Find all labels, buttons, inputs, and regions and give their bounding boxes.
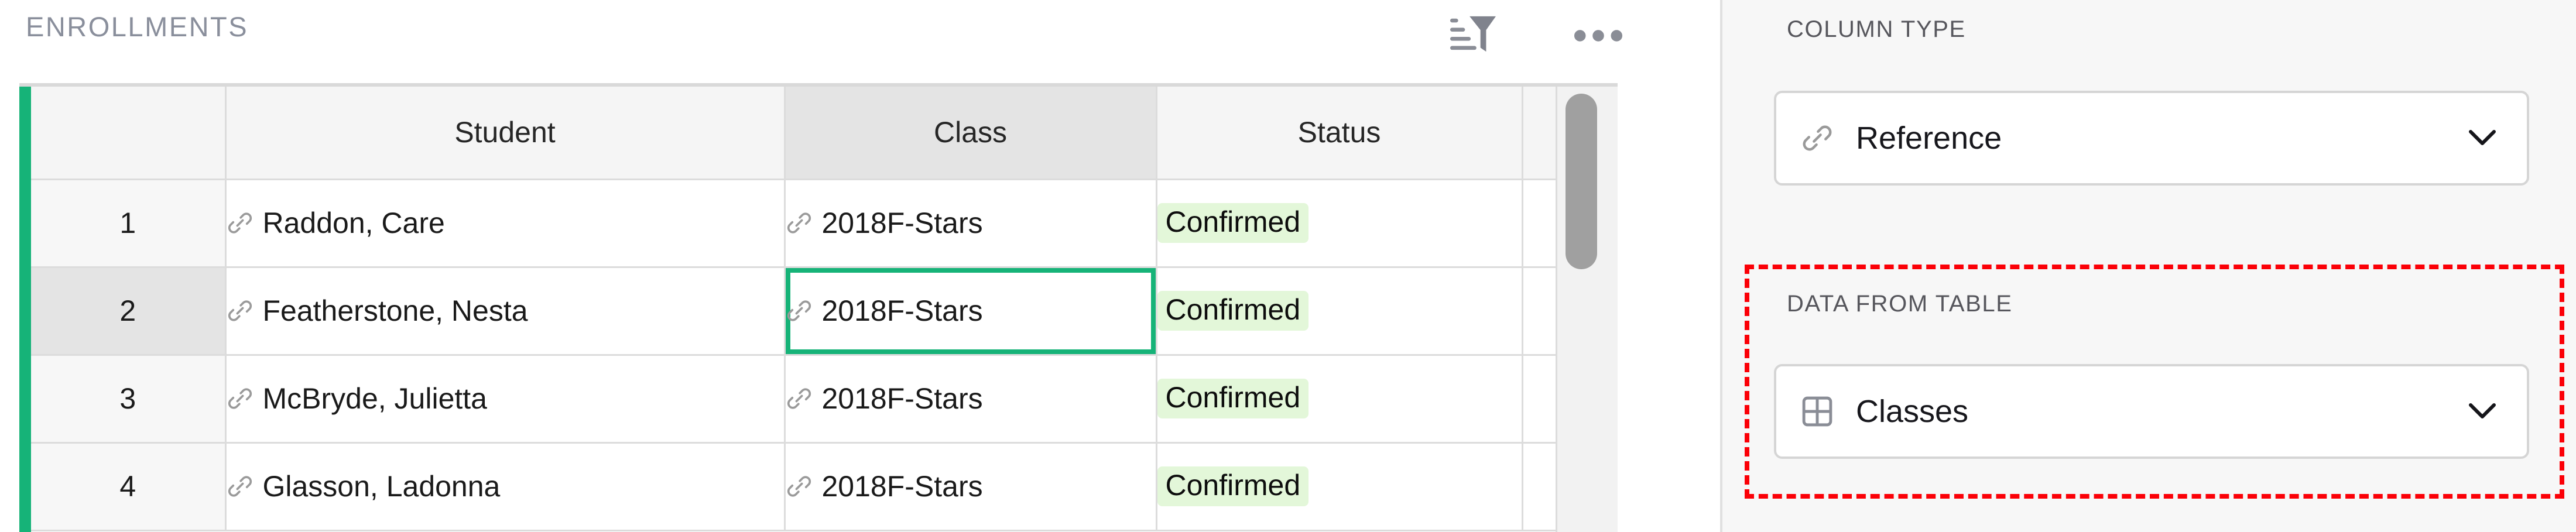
cell-class[interactable]: 2018F-Stars	[785, 179, 1157, 268]
link-icon	[1803, 125, 1832, 151]
class-name: 2018F-Stars	[821, 294, 983, 327]
row-number[interactable]: 2	[31, 267, 227, 356]
column-header-rownum[interactable]	[31, 87, 227, 180]
page-title: ENROLLMENTS	[26, 11, 249, 42]
link-icon	[787, 476, 811, 497]
link-icon	[787, 300, 811, 321]
table-row[interactable]: 2 Featherstone, Nesta 2018F-Stars Confir…	[31, 267, 1617, 356]
chevron-down-icon	[2469, 403, 2496, 418]
sort-filter-icon[interactable]	[1448, 13, 1498, 59]
student-name: Raddon, Care	[262, 207, 445, 239]
class-name: 2018F-Stars	[821, 207, 983, 239]
table-body: 1 Raddon, Care 2018F-Stars Confirmed 2 F…	[31, 179, 1617, 531]
table-row[interactable]: 1 Raddon, Care 2018F-Stars Confirmed	[31, 179, 1617, 268]
link-icon	[787, 388, 811, 409]
link-icon	[228, 388, 252, 409]
enrollments-grid-pane: ENROLLMENTS Student Class Status 1 Raddo…	[0, 0, 1720, 532]
cell-status[interactable]: Confirmed	[1156, 179, 1523, 268]
cell-class-selected[interactable]: 2018F-Stars	[785, 267, 1157, 356]
cell-student[interactable]: Raddon, Care	[225, 179, 786, 268]
chevron-down-icon	[2469, 130, 2496, 145]
student-name: Glasson, Ladonna	[262, 470, 501, 503]
link-icon	[228, 476, 252, 497]
column-header-class[interactable]: Class	[785, 87, 1157, 180]
status-badge: Confirmed	[1157, 378, 1309, 419]
data-from-table-label: DATA FROM TABLE	[1787, 291, 2013, 317]
table-header-row: Student Class Status	[31, 87, 1617, 180]
link-icon	[228, 212, 252, 234]
column-type-value: Reference	[1856, 121, 2002, 156]
cell-status[interactable]: Confirmed	[1156, 442, 1523, 531]
status-badge: Confirmed	[1157, 202, 1309, 243]
row-number[interactable]: 3	[31, 355, 227, 444]
row-number[interactable]: 4	[31, 442, 227, 531]
cell-class[interactable]: 2018F-Stars	[785, 442, 1157, 531]
cell-student[interactable]: Featherstone, Nesta	[225, 267, 786, 356]
cell-status[interactable]: Confirmed	[1156, 267, 1523, 356]
status-badge: Confirmed	[1157, 290, 1309, 331]
row-number[interactable]: 1	[31, 179, 227, 268]
data-from-table-value: Classes	[1856, 394, 1969, 429]
class-name: 2018F-Stars	[821, 470, 983, 503]
data-from-table-dropdown[interactable]: Classes	[1774, 364, 2529, 459]
link-icon	[228, 300, 252, 321]
app-root: ENROLLMENTS Student Class Status 1 Raddo…	[0, 0, 2576, 532]
grid-left-accent-bar	[19, 87, 31, 532]
link-icon	[787, 212, 811, 234]
cell-class[interactable]: 2018F-Stars	[785, 355, 1157, 444]
column-header-student[interactable]: Student	[225, 87, 786, 180]
table-row[interactable]: 3 McBryde, Julietta 2018F-Stars Confirme…	[31, 355, 1617, 444]
class-name: 2018F-Stars	[821, 382, 983, 415]
cell-student[interactable]: Glasson, Ladonna	[225, 442, 786, 531]
scrollbar-thumb[interactable]	[1566, 94, 1597, 269]
vertical-scrollbar[interactable]	[1556, 87, 1618, 532]
status-badge: Confirmed	[1157, 466, 1309, 507]
column-type-label: COLUMN TYPE	[1787, 16, 1966, 42]
more-options-icon[interactable]	[1573, 27, 1623, 44]
column-config-panel: COLUMN TYPE Reference DATA FROM TABLE Cl…	[1720, 0, 2576, 532]
column-header-status[interactable]: Status	[1156, 87, 1523, 180]
section-header: ENROLLMENTS	[0, 0, 1720, 76]
enrollments-table: Student Class Status 1 Raddon, Care 2018…	[31, 87, 1617, 531]
grid-scroll-region: Student Class Status 1 Raddon, Care 2018…	[19, 83, 1618, 532]
student-name: McBryde, Julietta	[262, 382, 487, 415]
cell-student[interactable]: McBryde, Julietta	[225, 355, 786, 444]
cell-status[interactable]: Confirmed	[1156, 355, 1523, 444]
column-type-dropdown[interactable]: Reference	[1774, 91, 2529, 186]
header-toolbar	[1448, 13, 1623, 59]
table-grid-icon	[1802, 396, 1832, 427]
table-row[interactable]: 4 Glasson, Ladonna 2018F-Stars Confirmed	[31, 442, 1617, 531]
student-name: Featherstone, Nesta	[262, 294, 528, 327]
